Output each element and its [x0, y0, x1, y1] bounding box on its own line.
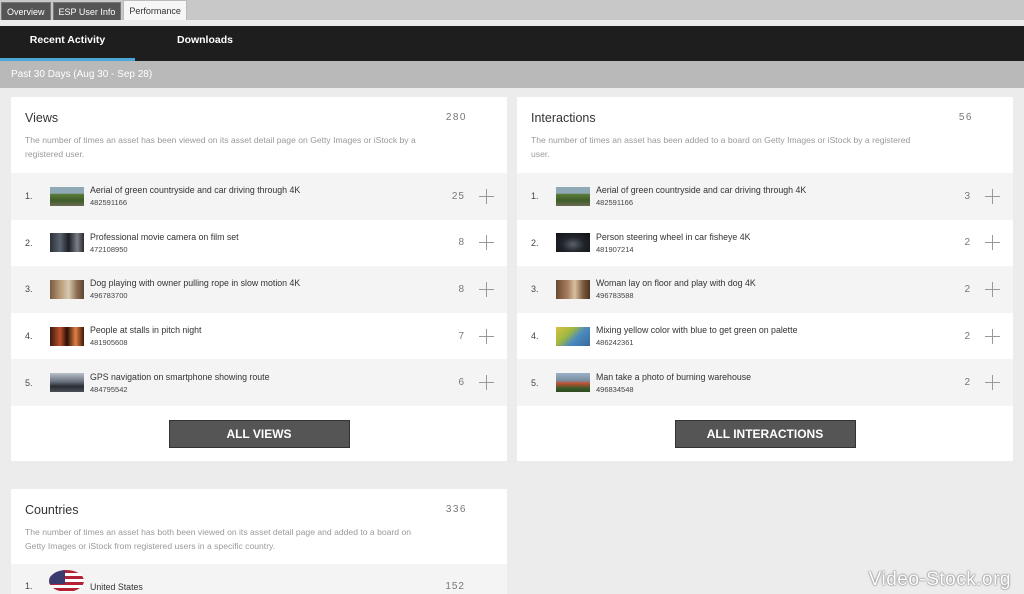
asset-id: 482591166: [596, 198, 633, 208]
asset-title[interactable]: Man take a photo of burning warehouse: [596, 372, 751, 382]
top-tab-bar: Overview ESP User Info Performance: [0, 0, 1024, 20]
view-count: 7: [458, 330, 465, 342]
tab-esp-user-info[interactable]: ESP User Info: [52, 2, 122, 20]
asset-thumbnail[interactable]: [556, 279, 590, 299]
interactions-description: The number of times an asset has been ad…: [531, 135, 911, 159]
list-item[interactable]: 4. Mixing yellow color with blue to get …: [517, 313, 1013, 360]
interactions-card: Interactions 56 The number of times an a…: [517, 97, 1013, 461]
interaction-count: 3: [964, 190, 971, 202]
views-title: Views: [25, 111, 59, 125]
list-item[interactable]: 2. Professional movie camera on film set…: [11, 220, 507, 267]
country-count: 152: [445, 581, 465, 592]
list-item[interactable]: 3. Dog playing with owner pulling rope i…: [11, 266, 507, 313]
interaction-count: 2: [964, 283, 971, 295]
item-rank: 2.: [25, 237, 33, 248]
tab-overview[interactable]: Overview: [1, 2, 51, 20]
asset-thumbnail[interactable]: [556, 233, 590, 253]
asset-title[interactable]: Aerial of green countryside and car driv…: [90, 185, 300, 195]
countries-total: 336: [445, 504, 467, 515]
asset-title[interactable]: GPS navigation on smartphone showing rou…: [90, 372, 269, 382]
list-item[interactable]: 1. Aerial of green countryside and car d…: [11, 173, 507, 220]
view-count: 25: [451, 190, 465, 202]
asset-id: 496783588: [596, 291, 634, 301]
asset-thumbnail[interactable]: [50, 279, 84, 299]
countries-title: Countries: [25, 503, 79, 517]
asset-title[interactable]: Woman lay on floor and play with dog 4K: [596, 278, 756, 288]
tab-performance[interactable]: Performance: [123, 0, 187, 20]
watermark-text: Video-Stock.org: [868, 569, 1011, 590]
add-to-board-plus-icon[interactable]: [479, 328, 494, 344]
item-rank: 1.: [531, 191, 539, 202]
view-count: 6: [458, 377, 465, 389]
list-item[interactable]: 5. GPS navigation on smartphone showing …: [11, 359, 507, 406]
asset-title[interactable]: Mixing yellow color with blue to get gre…: [596, 325, 797, 335]
item-rank: 5.: [531, 377, 539, 388]
add-to-board-plus-icon[interactable]: [479, 375, 494, 391]
asset-id: 481905608: [90, 338, 128, 348]
interaction-count: 2: [964, 330, 971, 342]
countries-card: Countries 336 The number of times an ass…: [11, 489, 507, 594]
asset-title[interactable]: Person steering wheel in car fisheye 4K: [596, 232, 751, 242]
asset-thumbnail[interactable]: [556, 326, 590, 346]
asset-thumbnail[interactable]: [50, 373, 84, 393]
views-card: Views 280 The number of times an asset h…: [11, 97, 507, 461]
add-to-board-plus-icon[interactable]: [479, 281, 494, 297]
asset-id: 484795542: [90, 384, 128, 394]
us-flag-icon: [49, 570, 84, 592]
item-rank: 4.: [25, 331, 33, 342]
countries-description: The number of times an asset has both be…: [25, 527, 412, 551]
add-to-board-plus-icon[interactable]: [985, 188, 1000, 204]
list-item[interactable]: 1. Aerial of green countryside and car d…: [517, 173, 1013, 220]
add-to-board-plus-icon[interactable]: [985, 328, 1000, 344]
item-rank: 1.: [25, 191, 33, 202]
interaction-count: 2: [964, 377, 971, 389]
date-range-label: Past 30 Days (Aug 30 - Sep 28): [0, 61, 1024, 88]
asset-thumbnail[interactable]: [50, 326, 84, 346]
asset-id: 486242361: [596, 338, 634, 348]
nav-recent-activity[interactable]: Recent Activity: [0, 26, 135, 61]
item-rank: 3.: [25, 284, 33, 295]
views-total: 280: [445, 112, 467, 123]
list-item[interactable]: 2. Person steering wheel in car fisheye …: [517, 220, 1013, 267]
item-rank: 3.: [531, 284, 539, 295]
asset-title[interactable]: People at stalls in pitch night: [90, 325, 202, 335]
add-to-board-plus-icon[interactable]: [985, 281, 1000, 297]
add-to-board-plus-icon[interactable]: [985, 235, 1000, 251]
interactions-total: 56: [958, 112, 973, 123]
view-count: 8: [458, 237, 465, 249]
asset-title[interactable]: Dog playing with owner pulling rope in s…: [90, 278, 300, 288]
asset-thumbnail[interactable]: [50, 186, 84, 206]
list-item[interactable]: 1. United States 152: [11, 564, 507, 594]
all-interactions-button[interactable]: ALL INTERACTIONS: [674, 419, 856, 448]
add-to-board-plus-icon[interactable]: [479, 235, 494, 251]
asset-thumbnail[interactable]: [50, 233, 84, 253]
list-item[interactable]: 3. Woman lay on floor and play with dog …: [517, 266, 1013, 313]
add-to-board-plus-icon[interactable]: [985, 375, 1000, 391]
nav-downloads[interactable]: Downloads: [135, 26, 275, 61]
views-description: The number of times an asset has been vi…: [25, 135, 416, 159]
item-rank: 4.: [531, 331, 539, 342]
add-to-board-plus-icon[interactable]: [479, 188, 494, 204]
activity-nav: Recent Activity Downloads: [0, 26, 1024, 61]
asset-title[interactable]: Professional movie camera on film set: [90, 232, 239, 242]
view-count: 8: [458, 283, 465, 295]
asset-id: 481907214: [596, 244, 634, 254]
asset-thumbnail[interactable]: [556, 186, 590, 206]
country-name: United States: [90, 582, 143, 592]
list-item[interactable]: 4. People at stalls in pitch night 48190…: [11, 313, 507, 360]
all-views-button[interactable]: ALL VIEWS: [168, 419, 350, 448]
asset-thumbnail[interactable]: [556, 373, 590, 393]
item-rank: 2.: [531, 237, 539, 248]
asset-id: 496783700: [90, 291, 128, 301]
interaction-count: 2: [964, 237, 971, 249]
interactions-title: Interactions: [531, 111, 596, 125]
asset-id: 496834548: [596, 384, 634, 394]
item-rank: 5.: [25, 377, 33, 388]
asset-title[interactable]: Aerial of green countryside and car driv…: [596, 185, 806, 195]
asset-id: 482591166: [90, 198, 127, 208]
item-rank: 1.: [25, 581, 33, 591]
asset-id: 472108950: [90, 244, 128, 254]
list-item[interactable]: 5. Man take a photo of burning warehouse…: [517, 359, 1013, 406]
